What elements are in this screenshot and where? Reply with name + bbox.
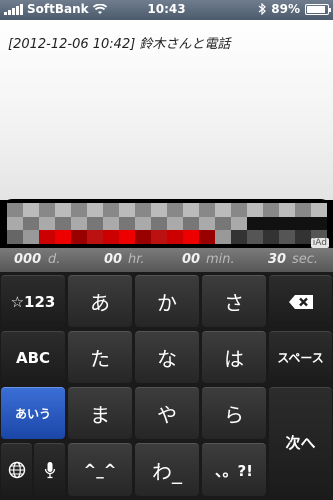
dictation-key[interactable] (34, 443, 65, 496)
status-bar: SoftBank 10:43 89% (0, 0, 333, 20)
backspace-icon (288, 294, 313, 309)
status-right-group: 89% (258, 2, 331, 16)
kana-ra-key[interactable]: ら (202, 387, 266, 439)
battery-icon (305, 3, 331, 15)
emoticon-key[interactable]: ^_^ (68, 443, 132, 496)
space-key[interactable]: スペース (269, 331, 332, 383)
globe-key[interactable] (1, 443, 32, 496)
bluetooth-icon (258, 3, 267, 15)
timer-picker-row[interactable]: 000 d. 00 hr. 00 min. 30 sec. (0, 248, 333, 272)
timer-minutes-unit: min. (206, 252, 235, 267)
battery-percent: 89% (271, 2, 300, 16)
timer-seconds-value: 30 (268, 252, 287, 267)
kana-mode-key[interactable]: あいう (1, 387, 65, 439)
kana-ma-key[interactable]: ま (68, 387, 132, 439)
battery-level-fill (307, 5, 325, 13)
next-key[interactable]: 次へ (269, 387, 332, 496)
backspace-key[interactable] (269, 275, 332, 327)
kana-ta-key[interactable]: た (68, 331, 132, 383)
kana-ya-key[interactable]: や (135, 387, 199, 439)
timer-hours-unit: hr. (128, 252, 145, 267)
timer-seconds-unit: sec. (292, 252, 319, 267)
kana-a-key[interactable]: あ (68, 275, 132, 327)
ad-banner[interactable]: iAd (2, 199, 331, 248)
abc-mode-key[interactable]: ABC (1, 331, 65, 383)
note-entry: [2012-12-06 10:42] 鈴木さんと電話 (8, 37, 231, 52)
timer-minutes-value: 00 (182, 252, 201, 267)
ad-mosaic-image (7, 203, 327, 244)
japanese-kana-keyboard: ☆123 あ か さ ABC た な は スペース あいう ま や ら 次へ ^… (0, 272, 333, 500)
timer-days-value: 000 (14, 252, 42, 267)
kana-na-key[interactable]: な (135, 331, 199, 383)
kana-sa-key[interactable]: さ (202, 275, 266, 327)
kana-ha-key[interactable]: は (202, 331, 266, 383)
note-text-area[interactable]: [2012-12-06 10:42] 鈴木さんと電話 (0, 20, 333, 200)
punctuation-key[interactable]: 、。?! (202, 443, 266, 496)
iad-label: iAd (310, 238, 329, 248)
kana-ka-key[interactable]: か (135, 275, 199, 327)
microphone-icon (44, 462, 55, 479)
timer-hours-value: 00 (104, 252, 123, 267)
timer-days-unit: d. (48, 252, 61, 267)
kana-wa-key[interactable]: わ_ (135, 443, 199, 496)
symbols-key[interactable]: ☆123 (1, 275, 65, 327)
globe-icon (8, 461, 25, 479)
